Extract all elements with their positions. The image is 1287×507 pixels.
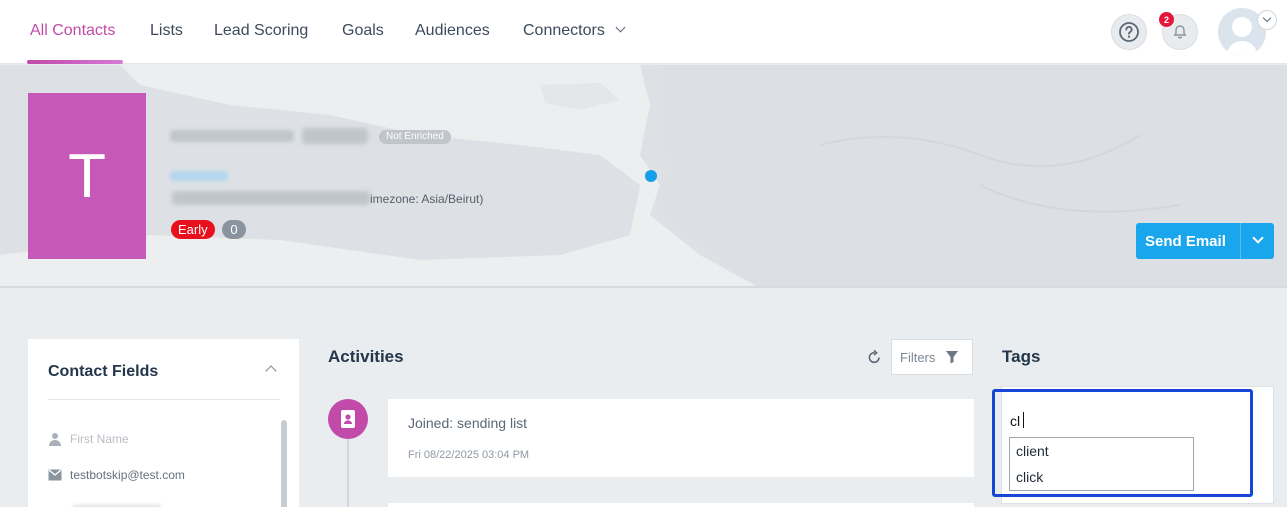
tag-suggestion-client[interactable]: client: [1010, 438, 1193, 464]
activity-date: Fri 08/22/2025 03:04 PM: [408, 449, 530, 461]
contact-header: T Not Enriched imezone: Asia/Beirut) Ear…: [0, 65, 1287, 288]
send-email-dropdown[interactable]: [1240, 223, 1274, 259]
tab-connectors[interactable]: Connectors: [523, 22, 626, 40]
filter-funnel-icon: [946, 351, 959, 364]
enrichment-badge: Not Enriched: [379, 130, 451, 144]
help-button[interactable]: [1111, 14, 1147, 50]
redacted-field: [302, 128, 368, 144]
field-value: First Name: [70, 432, 129, 446]
text-cursor: [1023, 412, 1024, 428]
tag-input[interactable]: [1010, 411, 1170, 431]
top-navigation: All Contacts Lists Lead Scoring Goals Au…: [0, 0, 1287, 64]
tab-all-contacts[interactable]: All Contacts: [30, 22, 115, 40]
tab-connectors-label: Connectors: [523, 22, 605, 39]
address-book-icon: [341, 410, 355, 428]
activity-text: Joined: sending list: [408, 415, 528, 431]
redacted-location: [172, 191, 370, 205]
send-email-button[interactable]: Send Email: [1136, 223, 1274, 259]
tag-suggestions: client click: [1009, 437, 1194, 491]
account-menu-toggle[interactable]: [1257, 10, 1277, 30]
person-icon: [49, 433, 61, 446]
chevron-down-icon: [1251, 232, 1264, 244]
filters-label: Filters: [900, 349, 936, 365]
refresh-icon[interactable]: [866, 349, 883, 366]
field-value: testbotskip@test.com: [70, 468, 185, 482]
timeline-list-marker: [328, 399, 368, 439]
collapse-caret-icon[interactable]: [265, 365, 277, 377]
tab-lead-scoring[interactable]: Lead Scoring: [214, 22, 308, 40]
tag-suggestion-click[interactable]: click: [1010, 464, 1193, 490]
score-badge: 0: [222, 220, 246, 239]
redacted-link: [170, 171, 228, 181]
chevron-down-icon: [615, 22, 626, 33]
tab-audiences[interactable]: Audiences: [415, 22, 490, 40]
question-circle-icon: [1119, 22, 1139, 42]
active-tab-underline: [27, 60, 123, 64]
envelope-icon: [48, 469, 62, 481]
redacted-email: [170, 130, 294, 142]
field-email[interactable]: testbotskip@test.com: [48, 468, 185, 482]
contact-fields-panel: Contact Fields First Name testbotskip@te…: [28, 339, 299, 507]
bell-icon: [1173, 25, 1187, 39]
contact-fields-title: Contact Fields: [48, 363, 159, 380]
activity-card[interactable]: Joined: sending list Fri 08/22/2025 03:0…: [388, 399, 974, 477]
notification-count-badge: 2: [1159, 12, 1174, 27]
filters-button[interactable]: Filters: [891, 339, 973, 375]
tab-lists[interactable]: Lists: [150, 22, 183, 40]
send-email-label: Send Email: [1145, 232, 1226, 250]
scrollbar[interactable]: [281, 420, 287, 507]
activities-title: Activities: [328, 347, 404, 366]
field-first-name[interactable]: First Name: [48, 432, 129, 446]
tab-goals[interactable]: Goals: [342, 22, 384, 40]
location-pin: [645, 170, 657, 182]
chevron-down-icon: [1262, 13, 1272, 23]
timezone-text: imezone: Asia/Beirut): [370, 192, 484, 206]
timeline-line: [347, 437, 349, 507]
divider: [48, 399, 280, 400]
lifecycle-badge: Early: [171, 220, 215, 239]
contact-avatar: T: [28, 93, 146, 259]
tags-title: Tags: [1002, 347, 1041, 366]
activity-card[interactable]: [388, 503, 974, 507]
